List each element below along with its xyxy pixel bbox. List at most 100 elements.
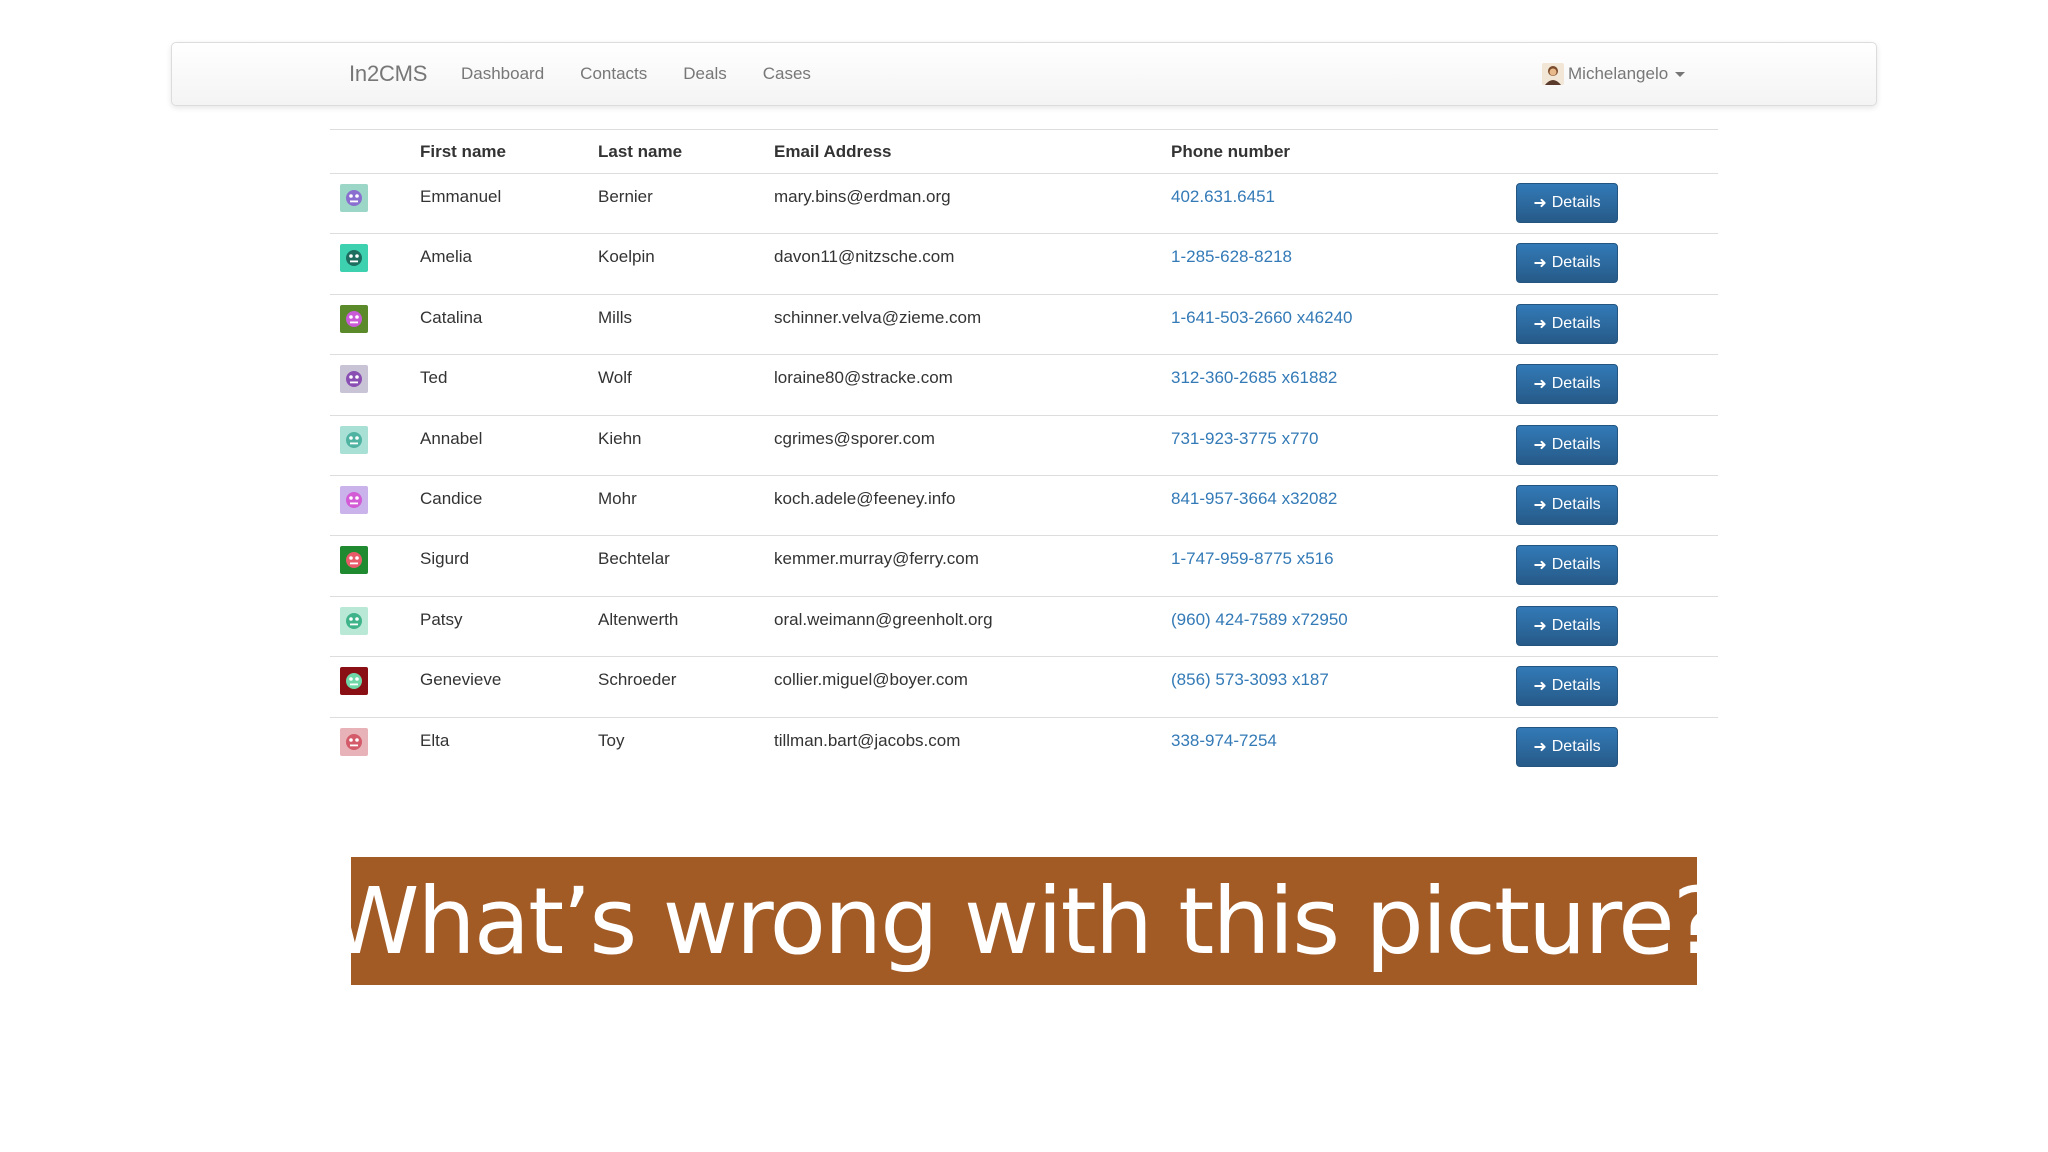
monster-avatar-icon (346, 612, 362, 629)
email-cell: cgrimes@sporer.com (774, 414, 1171, 476)
details-button[interactable]: ➜ Details (1516, 726, 1618, 767)
phone-link[interactable]: 1-285-628-8218 (1171, 247, 1292, 266)
details-button[interactable]: ➜ Details (1516, 303, 1618, 344)
monster-avatar-icon (346, 250, 362, 267)
phone-link[interactable]: (856) 573-3093 x187 (1171, 670, 1329, 689)
avatar-cell (330, 354, 420, 416)
arrow-right-icon: ➜ (1533, 738, 1547, 756)
phone-link[interactable]: 1-747-959-8775 x516 (1171, 549, 1334, 568)
actions-cell: ➜ Details (1516, 595, 1718, 657)
user-menu-dropdown[interactable]: Michelangelo (1542, 43, 1686, 105)
avatar-cell (330, 656, 420, 718)
avatar (340, 606, 368, 635)
last-name-cell: Kiehn (598, 414, 774, 476)
avatar-cell (330, 293, 420, 355)
nav-link-contacts[interactable]: Contacts (580, 64, 647, 84)
chevron-down-icon (1675, 71, 1686, 77)
last-name-cell: Toy (598, 716, 774, 778)
details-button[interactable]: ➜ Details (1516, 545, 1618, 586)
table-row: Elta Toy tillman.bart@jacobs.com 338-974-72… (330, 716, 1718, 778)
details-button[interactable]: ➜ Details (1516, 243, 1618, 284)
table-header-row: First name Last name Email Address Phone… (330, 129, 1718, 174)
top-navbar: In2CMS Dashboard Contacts Deals Cases Mi… (171, 42, 1877, 106)
details-button-label: Details (1551, 556, 1601, 574)
arrow-right-icon: ➜ (1533, 255, 1547, 273)
actions-cell: ➜ Details (1516, 233, 1718, 295)
last-name-cell: Koelpin (598, 233, 774, 295)
email-cell: oral.weimann@greenholt.org (774, 595, 1171, 657)
phone-cell: (960) 424-7589 x72950 (1171, 595, 1516, 657)
header-last-name: Last name (598, 129, 774, 174)
table-row: Emmanuel Bernier mary.bins@erdman.org 402.6… (330, 172, 1718, 234)
phone-link[interactable]: 338-974-7254 (1171, 731, 1277, 750)
details-button[interactable]: ➜ Details (1516, 605, 1618, 646)
email-cell: collier.miguel@boyer.com (774, 656, 1171, 718)
details-button[interactable]: ➜ Details (1516, 484, 1618, 525)
email-cell: loraine80@stracke.com (774, 354, 1171, 416)
details-button-label: Details (1551, 254, 1601, 272)
avatar-cell (330, 535, 420, 597)
first-name-cell: Amelia (420, 233, 598, 295)
monster-avatar-icon (346, 552, 362, 569)
first-name-cell: Genevieve (420, 656, 598, 718)
last-name-cell: Bernier (598, 172, 774, 234)
avatar (340, 727, 368, 756)
avatar (340, 425, 368, 454)
details-button-label: Details (1551, 314, 1601, 332)
monster-avatar-icon (346, 491, 362, 508)
first-name-cell: Sigurd (420, 535, 598, 597)
last-name-cell: Mills (598, 293, 774, 355)
email-cell: mary.bins@erdman.org (774, 172, 1171, 234)
avatar-cell (330, 595, 420, 657)
actions-cell: ➜ Details (1516, 716, 1718, 778)
phone-link[interactable]: 402.631.6451 (1171, 187, 1275, 206)
nav-link-dashboard[interactable]: Dashboard (461, 64, 544, 84)
first-name-cell: Patsy (420, 595, 598, 657)
table-row: Genevieve Schroeder collier.miguel@boyer.c… (330, 656, 1718, 718)
first-name-cell: Catalina (420, 293, 598, 355)
actions-cell: ➜ Details (1516, 535, 1718, 597)
last-name-cell: Wolf (598, 354, 774, 416)
avatar (340, 184, 368, 212)
actions-cell: ➜ Details (1516, 414, 1718, 476)
email-cell: tillman.bart@jacobs.com (774, 716, 1171, 778)
monster-avatar-icon (346, 371, 362, 388)
avatar (340, 365, 368, 394)
phone-link[interactable]: 312-360-2685 x61882 (1171, 368, 1337, 387)
nav-link-deals[interactable]: Deals (683, 64, 726, 84)
nav-link-cases[interactable]: Cases (763, 64, 811, 84)
details-button[interactable]: ➜ Details (1516, 364, 1618, 405)
brand-logo[interactable]: In2CMS (349, 61, 427, 87)
header-phone: Phone number (1171, 129, 1516, 174)
phone-link[interactable]: 841-957-3664 x32082 (1171, 489, 1337, 508)
email-cell: davon11@nitzsche.com (774, 233, 1171, 295)
contacts-table: First name Last name Email Address Phone… (330, 129, 1718, 778)
monster-avatar-icon (346, 310, 362, 327)
nav-links: Dashboard Contacts Deals Cases (461, 43, 847, 105)
table-row: Candice Mohr koch.adele@feeney.info 841-957… (330, 474, 1718, 536)
details-button[interactable]: ➜ Details (1516, 183, 1618, 223)
phone-link[interactable]: (960) 424-7589 x72950 (1171, 610, 1348, 629)
avatar (340, 546, 368, 575)
avatar (340, 244, 368, 273)
details-button[interactable]: ➜ Details (1516, 666, 1618, 707)
last-name-cell: Schroeder (598, 656, 774, 718)
details-button[interactable]: ➜ Details (1516, 424, 1618, 465)
table-row: Sigurd Bechtelar kemmer.murray@ferry.com 1-… (330, 535, 1718, 597)
actions-cell: ➜ Details (1516, 474, 1718, 536)
last-name-cell: Bechtelar (598, 535, 774, 597)
phone-link[interactable]: 1-641-503-2660 x46240 (1171, 308, 1352, 327)
table-row: Catalina Mills schinner.velva@zieme.com 1-6… (330, 293, 1718, 355)
table-row: Ted Wolf loraine80@stracke.com 312-360-2685… (330, 354, 1718, 416)
details-button-label: Details (1551, 616, 1601, 634)
avatar (340, 304, 368, 333)
avatar-cell (330, 172, 420, 234)
arrow-right-icon: ➜ (1533, 617, 1547, 635)
phone-link[interactable]: 731-923-3775 x770 (1171, 429, 1318, 448)
avatar-cell (330, 474, 420, 536)
email-cell: koch.adele@feeney.info (774, 474, 1171, 536)
header-avatar (330, 129, 420, 174)
first-name-cell: Elta (420, 716, 598, 778)
phone-cell: 841-957-3664 x32082 (1171, 474, 1516, 536)
avatar-cell (330, 233, 420, 295)
